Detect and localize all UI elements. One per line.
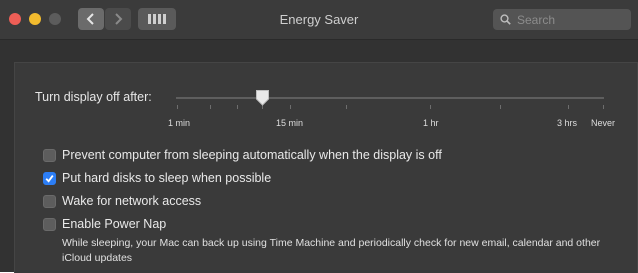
option-wake-network[interactable]: Wake for network access bbox=[43, 194, 201, 208]
slider-tick bbox=[177, 105, 178, 109]
slider-thumb[interactable] bbox=[255, 89, 270, 106]
wake-network-checkbox[interactable] bbox=[43, 194, 56, 208]
slider-tick bbox=[210, 105, 211, 109]
prevent-sleep-label: Prevent computer from sleeping automatic… bbox=[62, 148, 442, 162]
tick-label-1-min: 1 min bbox=[168, 118, 191, 128]
search-field[interactable] bbox=[493, 9, 631, 30]
tick-label-15-min: 15 min bbox=[276, 118, 304, 128]
display-sleep-slider[interactable] bbox=[176, 97, 604, 99]
slider-tick bbox=[430, 105, 431, 109]
slider-tick bbox=[500, 105, 501, 109]
search-icon bbox=[500, 14, 511, 25]
tick-label-never: Never bbox=[591, 118, 616, 128]
disk-sleep-checkbox[interactable] bbox=[43, 171, 56, 185]
slider-tick bbox=[603, 105, 604, 109]
energy-saver-window: Energy Saver Turn display off after: 1 m… bbox=[0, 0, 638, 273]
option-prevent-sleep[interactable]: Prevent computer from sleeping automatic… bbox=[43, 148, 442, 162]
disk-sleep-label: Put hard disks to sleep when possible bbox=[62, 171, 272, 185]
power-nap-description: While sleeping, your Mac can back up usi… bbox=[62, 237, 601, 264]
wake-network-label: Wake for network access bbox=[62, 194, 202, 208]
title-bar: Energy Saver bbox=[0, 0, 638, 40]
display-sleep-label: Turn display off after: bbox=[35, 90, 152, 104]
search-input[interactable] bbox=[515, 11, 629, 29]
checkmark-icon bbox=[45, 174, 54, 183]
slider-tick bbox=[568, 105, 569, 109]
slider-tick bbox=[237, 105, 238, 109]
power-nap-checkbox[interactable] bbox=[43, 217, 56, 231]
prevent-sleep-checkbox[interactable] bbox=[43, 148, 56, 162]
tick-label-1-hr: 1 hr bbox=[423, 118, 439, 128]
power-nap-label: Enable Power Nap bbox=[62, 217, 167, 231]
option-disk-sleep[interactable]: Put hard disks to sleep when possible bbox=[43, 171, 271, 185]
option-power-nap[interactable]: Enable Power Nap bbox=[43, 217, 166, 231]
slider-tick bbox=[290, 105, 291, 109]
slider-tick bbox=[346, 105, 347, 109]
tick-label-3-hrs: 3 hrs bbox=[557, 118, 578, 128]
